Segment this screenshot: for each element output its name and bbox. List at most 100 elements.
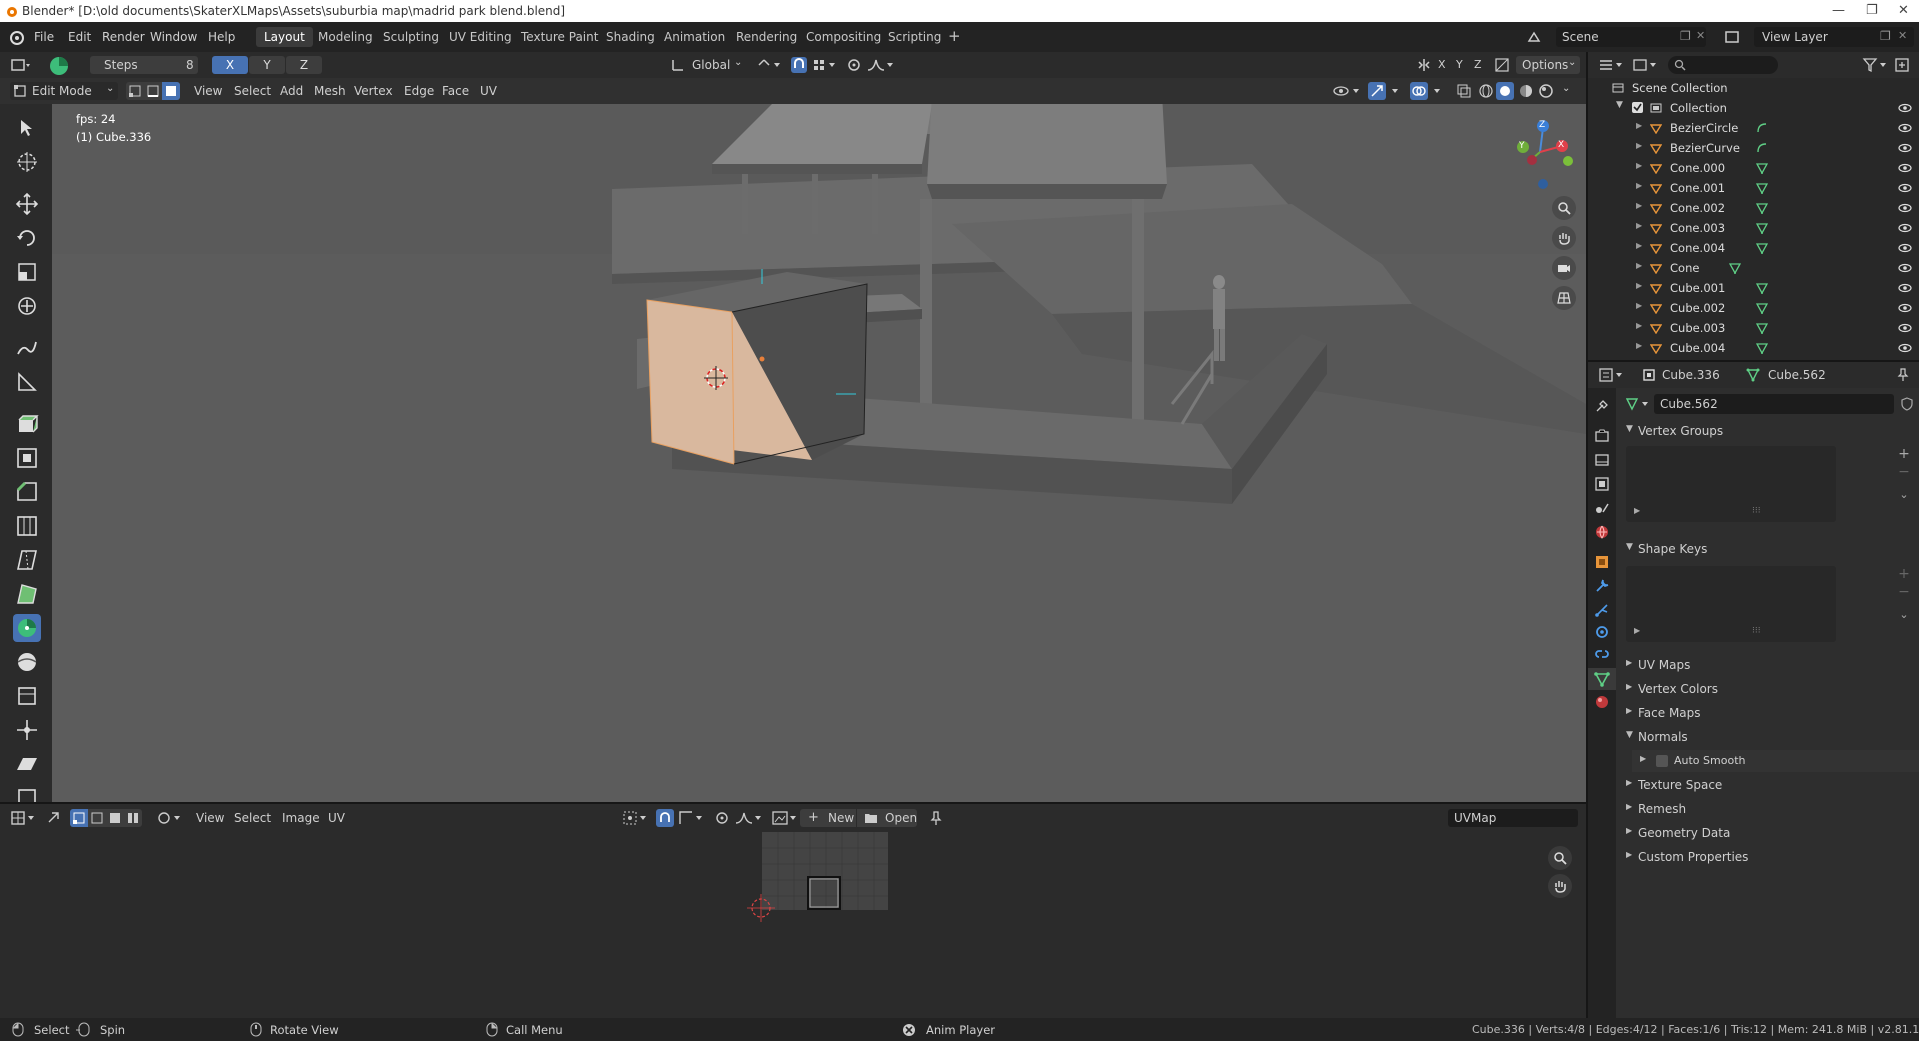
- scene-delete-icon[interactable]: ✕: [1696, 29, 1705, 42]
- collection-visibility-eye-icon[interactable]: [1898, 103, 1912, 113]
- uv-vertex-select-icon[interactable]: [70, 809, 88, 827]
- mesh-data-icon[interactable]: [1756, 162, 1768, 174]
- curve-data-icon[interactable]: [1756, 122, 1768, 134]
- scene-tab-icon[interactable]: [1594, 500, 1610, 516]
- section-normals[interactable]: ▼ Normals: [1616, 726, 1919, 748]
- gizmo-toggle-icon[interactable]: [1368, 82, 1404, 100]
- visibility-eye-icon[interactable]: [1898, 323, 1912, 333]
- auto-smooth-subpanel[interactable]: ▶ Auto Smooth: [1632, 750, 1919, 772]
- mesh-browse-icon[interactable]: [1626, 397, 1652, 411]
- expand-arrow-icon[interactable]: ▶: [1636, 181, 1642, 190]
- list-expand-icon[interactable]: ▶: [1634, 506, 1640, 515]
- editor-type-icon[interactable]: [10, 57, 32, 73]
- fake-user-shield-icon[interactable]: [1900, 397, 1914, 411]
- vertex-select-icon[interactable]: [129, 85, 141, 97]
- new-collection-icon[interactable]: [1894, 57, 1910, 73]
- shape-key-list[interactable]: ▶ ⁝⁝⁝: [1626, 566, 1836, 642]
- close-button[interactable]: ✕: [1898, 3, 1909, 18]
- select-box-tool[interactable]: [13, 114, 41, 142]
- new-image-button[interactable]: + New: [800, 809, 856, 827]
- uv-editor-type-icon[interactable]: [10, 810, 36, 826]
- uvmap-field[interactable]: UVMap: [1448, 809, 1578, 827]
- material-shading-icon[interactable]: [1518, 83, 1534, 99]
- properties-editor-type-icon[interactable]: [1598, 367, 1624, 383]
- bevel-tool[interactable]: [13, 478, 41, 506]
- zoom-icon[interactable]: [1552, 196, 1576, 220]
- options-dropdown[interactable]: Options ⌄: [1516, 56, 1580, 74]
- outliner-row[interactable]: ▶ BezierCircle: [1588, 118, 1919, 138]
- render-tab-icon[interactable]: [1594, 428, 1610, 444]
- expand-arrow-icon[interactable]: ▶: [1636, 301, 1642, 310]
- outliner-row[interactable]: ▶ Cube.003: [1588, 318, 1919, 338]
- menu-file[interactable]: File: [34, 30, 54, 44]
- uv-editor[interactable]: [0, 832, 1586, 1018]
- viewport-menu-select[interactable]: Select: [234, 84, 271, 98]
- tab-uv-editing[interactable]: UV Editing: [449, 30, 512, 44]
- uv-snap-icon[interactable]: [656, 809, 674, 827]
- expand-arrow-icon[interactable]: ▶: [1636, 241, 1642, 250]
- expand-arrow-icon[interactable]: ▶: [1636, 221, 1642, 230]
- spin-tool[interactable]: [13, 614, 41, 642]
- outliner-row[interactable]: ▶ Cube.004: [1588, 338, 1919, 358]
- outliner-row[interactable]: ▶ Cube.002: [1588, 298, 1919, 318]
- visibility-eye-icon[interactable]: [1898, 203, 1912, 213]
- uv-edge-select-icon[interactable]: [88, 809, 106, 827]
- tab-scripting[interactable]: Scripting: [888, 30, 941, 44]
- proportional-edit-icon[interactable]: [846, 57, 862, 73]
- uv-pan-hand-icon[interactable]: [1548, 874, 1572, 898]
- face-select-icon[interactable]: [162, 82, 180, 100]
- mesh-data-icon[interactable]: [1756, 182, 1768, 194]
- pan-hand-icon[interactable]: [1552, 226, 1576, 250]
- perspective-toggle-icon[interactable]: [1552, 286, 1576, 310]
- outliner-row[interactable]: ▶ Cone.001: [1588, 178, 1919, 198]
- menu-edit[interactable]: Edit: [68, 30, 91, 44]
- navigation-gizmo[interactable]: [1498, 114, 1578, 194]
- wireframe-shading-icon[interactable]: [1478, 83, 1494, 99]
- shrink-fatten-tool[interactable]: [13, 716, 41, 744]
- tool-tab-icon[interactable]: [1594, 398, 1610, 414]
- scene-copy-icon[interactable]: ❐: [1680, 29, 1691, 43]
- add-workspace-button[interactable]: +: [948, 27, 961, 45]
- mesh-data-icon[interactable]: [1756, 222, 1768, 234]
- uv-menu-image[interactable]: Image: [282, 811, 320, 825]
- world-tab-icon[interactable]: [1594, 524, 1610, 540]
- knife-tool[interactable]: [13, 546, 41, 574]
- transform-orientation-dropdown[interactable]: Global ⌄: [688, 56, 746, 74]
- move-tool[interactable]: [13, 190, 41, 218]
- edge-select-icon[interactable]: [147, 85, 159, 97]
- breadcrumb-object[interactable]: Cube.336: [1662, 368, 1720, 382]
- mesh-data-icon[interactable]: [1756, 282, 1768, 294]
- smooth-tool[interactable]: [13, 648, 41, 676]
- pin-icon[interactable]: [928, 810, 944, 826]
- curve-data-icon[interactable]: [1756, 142, 1768, 154]
- mesh-data-tab-icon[interactable]: [1588, 668, 1616, 690]
- auto-smooth-checkbox[interactable]: [1656, 755, 1668, 767]
- tab-modeling[interactable]: Modeling: [318, 30, 373, 44]
- uv-pivot-icon[interactable]: [622, 810, 650, 826]
- visibility-eye-icon[interactable]: [1898, 223, 1912, 233]
- section-shape-keys[interactable]: ▼ Shape Keys: [1616, 538, 1919, 560]
- mirror-x-toggle[interactable]: X: [1438, 58, 1446, 71]
- shape-key-specials-button[interactable]: ⌄: [1896, 608, 1912, 624]
- section-uv-maps[interactable]: ▶ UV Maps: [1616, 654, 1919, 676]
- vertex-group-list[interactable]: ▶ ⁝⁝⁝: [1626, 446, 1836, 522]
- uv-face-select-icon[interactable]: [106, 809, 124, 827]
- outliner-row[interactable]: ▶ Cone.004: [1588, 238, 1919, 258]
- view-layer-delete-icon[interactable]: ✕: [1898, 29, 1907, 42]
- axis-y-toggle[interactable]: Y: [249, 56, 285, 74]
- mirror-z-toggle[interactable]: Z: [1474, 58, 1482, 71]
- scene-collection-row[interactable]: Scene Collection: [1588, 78, 1919, 98]
- section-texture-space[interactable]: ▶ Texture Space: [1616, 774, 1919, 796]
- uv-falloff-icon[interactable]: [734, 810, 764, 826]
- viewport-menu-vertex[interactable]: Vertex: [354, 84, 393, 98]
- pin-icon[interactable]: [1896, 368, 1910, 382]
- uv-menu-select[interactable]: Select: [234, 811, 271, 825]
- remove-vertex-group-button[interactable]: −: [1896, 464, 1912, 480]
- measure-tool[interactable]: [13, 368, 41, 396]
- axis-z-toggle[interactable]: Z: [286, 56, 322, 74]
- outliner-row[interactable]: ▶ BezierCurve: [1588, 138, 1919, 158]
- rip-tool[interactable]: [13, 784, 41, 802]
- snap-target-icon[interactable]: [812, 57, 838, 73]
- filter-icon[interactable]: [1862, 57, 1888, 73]
- outliner-row[interactable]: ▶ Cone.000: [1588, 158, 1919, 178]
